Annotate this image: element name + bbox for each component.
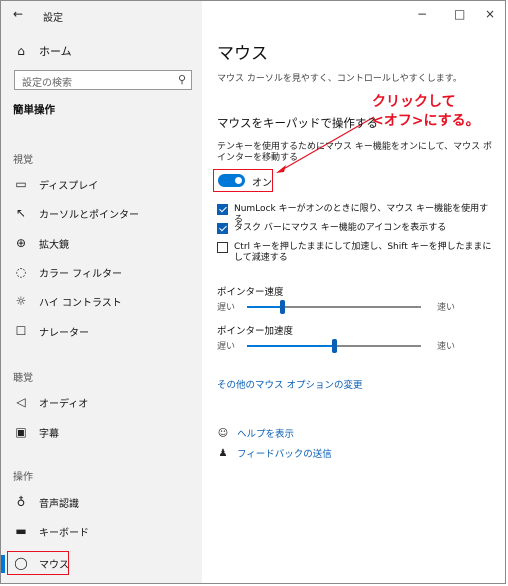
group-label-vision: 視覚: [13, 155, 33, 166]
main-panel: − □ × マウス マウス カーソルを見やすく、コントロールしやすくします。 ク…: [202, 1, 505, 583]
display-icon: ▭: [15, 177, 27, 191]
annotation-line-2: <オフ>にする。: [372, 113, 480, 129]
sidebar-item-magnifier[interactable]: ⊕ 拡大鏡: [13, 234, 69, 252]
help-link-label: ヘルプを表示: [237, 429, 295, 440]
sidebar-item-label: 拡大鏡: [39, 239, 69, 251]
magnifier-icon: ⊕: [15, 236, 27, 250]
annotation-callout: クリックして <オフ>にする。: [372, 93, 480, 131]
home-icon: ⌂: [17, 44, 25, 58]
sidebar-item-label: ナレーター: [39, 327, 89, 339]
titlebar-left: ← 設定: [1, 1, 202, 29]
audio-icon: ◁: [16, 395, 26, 409]
feedback-icon: ♟: [218, 447, 228, 459]
back-icon[interactable]: ←: [13, 7, 23, 21]
sidebar-item-narrator[interactable]: ☐ ナレーター: [13, 322, 89, 340]
help-link[interactable]: ☺ ヘルプを表示: [217, 426, 295, 441]
maximize-button[interactable]: □: [454, 7, 465, 21]
search-input[interactable]: 設定の検索 ⚲: [14, 70, 192, 90]
sidebar-item-speech[interactable]: ♁ 音声認識: [13, 493, 79, 511]
selection-indicator: [1, 555, 5, 573]
sidebar-item-label: ハイ コントラスト: [39, 297, 122, 309]
pointer-accel-label: ポインター加速度: [217, 326, 294, 337]
sidebar-item-label: 字幕: [39, 428, 59, 440]
pointer-speed-label: ポインター速度: [217, 287, 284, 298]
sidebar-item-high-contrast[interactable]: ☼ ハイ コントラスト: [13, 292, 122, 310]
high-contrast-icon: ☼: [15, 294, 27, 308]
slider-thumb[interactable]: [279, 300, 285, 314]
narrator-icon: ☐: [15, 324, 27, 338]
sidebar-item-label: カーソルとポインター: [39, 209, 139, 221]
checkbox-checked[interactable]: [217, 223, 228, 234]
close-button[interactable]: ×: [485, 7, 495, 21]
help-icon: ☺: [217, 427, 229, 439]
pointer-speed-slider[interactable]: 遅い 速い: [217, 300, 455, 314]
sidebar-item-keyboard[interactable]: ▬ キーボード: [13, 522, 89, 540]
sidebar-item-color-filter[interactable]: ◌ カラー フィルター: [13, 263, 122, 281]
highlight-box-toggle: [213, 169, 273, 192]
checkbox-label: タスク バーにマウス キー機能のアイコンを表示する: [234, 223, 447, 233]
search-icon[interactable]: ⚲: [178, 73, 186, 86]
slider-fill: [247, 345, 334, 347]
highlight-box-mouse: [7, 551, 69, 575]
slider-track[interactable]: [247, 300, 421, 314]
sidebar-item-label: 音声認識: [39, 498, 79, 510]
feedback-link-label: フィードバックの送信: [237, 449, 332, 460]
sidebar-item-label: ディスプレイ: [39, 180, 99, 192]
sidebar-item-label: オーディオ: [39, 398, 89, 410]
search-placeholder: 設定の検索: [22, 78, 72, 89]
minimize-button[interactable]: −: [417, 7, 427, 21]
slider-min-label: 遅い: [217, 303, 236, 313]
sidebar-item-label: ホーム: [39, 45, 72, 58]
sidebar-item-cursor[interactable]: ↖ カーソルとポインター: [13, 204, 139, 222]
group-label-interaction: 操作: [13, 472, 33, 483]
sidebar-item-label: カラー フィルター: [39, 268, 122, 280]
slider-max-label: 速い: [436, 303, 455, 313]
checkbox-unchecked[interactable]: [217, 242, 228, 253]
feedback-link[interactable]: ♟ フィードバックの送信: [217, 446, 332, 461]
slider-thumb[interactable]: [332, 339, 337, 353]
slider-track[interactable]: [247, 339, 421, 353]
color-filter-icon: ◌: [15, 265, 27, 279]
page-title: マウス: [217, 44, 268, 64]
annotation-line-1: クリックして: [372, 94, 456, 110]
checkbox-label: Ctrl キーを押したままにして加速し、Shift キーを押したままにして減速す…: [234, 242, 492, 263]
slider-fill: [247, 306, 282, 308]
cursor-icon: ↖: [15, 206, 27, 220]
checkbox-ctrl-shift[interactable]: Ctrl キーを押したままにして加速し、Shift キーを押したままにして減速す…: [217, 242, 497, 264]
slider-min-label: 遅い: [217, 342, 236, 352]
slider-max-label: 速い: [436, 342, 455, 352]
other-mouse-options-link[interactable]: その他のマウス オプションの変更: [217, 377, 363, 391]
toggle-description: テンキーを使用するためにマウス キー機能をオンにして、マウス ポインターを移動す…: [217, 142, 493, 163]
sidebar: ← 設定 ⌂ ホーム 設定の検索 ⚲ 簡単操作 視覚 ▭ ディスプレイ ↖ カー…: [1, 1, 202, 583]
sidebar-item-audio[interactable]: ◁ オーディオ: [13, 393, 88, 411]
checkbox-checked[interactable]: [217, 204, 228, 215]
app-title: 設定: [43, 13, 63, 24]
page-description: マウス カーソルを見やすく、コントロールしやすくします。: [217, 74, 462, 84]
keyboard-icon: ▬: [15, 524, 27, 538]
sidebar-item-home[interactable]: ⌂ ホーム: [13, 43, 72, 59]
sidebar-item-captions[interactable]: ▣ 字幕: [13, 423, 59, 441]
section-title: マウスをキーパッドで操作する: [217, 116, 378, 130]
sidebar-item-display[interactable]: ▭ ディスプレイ: [13, 175, 98, 193]
pointer-accel-slider[interactable]: 遅い 速い: [217, 339, 455, 353]
checkbox-taskbar-icon[interactable]: タスク バーにマウス キー機能のアイコンを表示する: [217, 223, 497, 234]
group-label-hearing: 聴覚: [13, 373, 33, 384]
captions-icon: ▣: [15, 425, 27, 439]
section-heading: 簡単操作: [13, 104, 55, 116]
microphone-icon: ♁: [16, 495, 26, 509]
sidebar-item-label: キーボード: [39, 527, 89, 539]
